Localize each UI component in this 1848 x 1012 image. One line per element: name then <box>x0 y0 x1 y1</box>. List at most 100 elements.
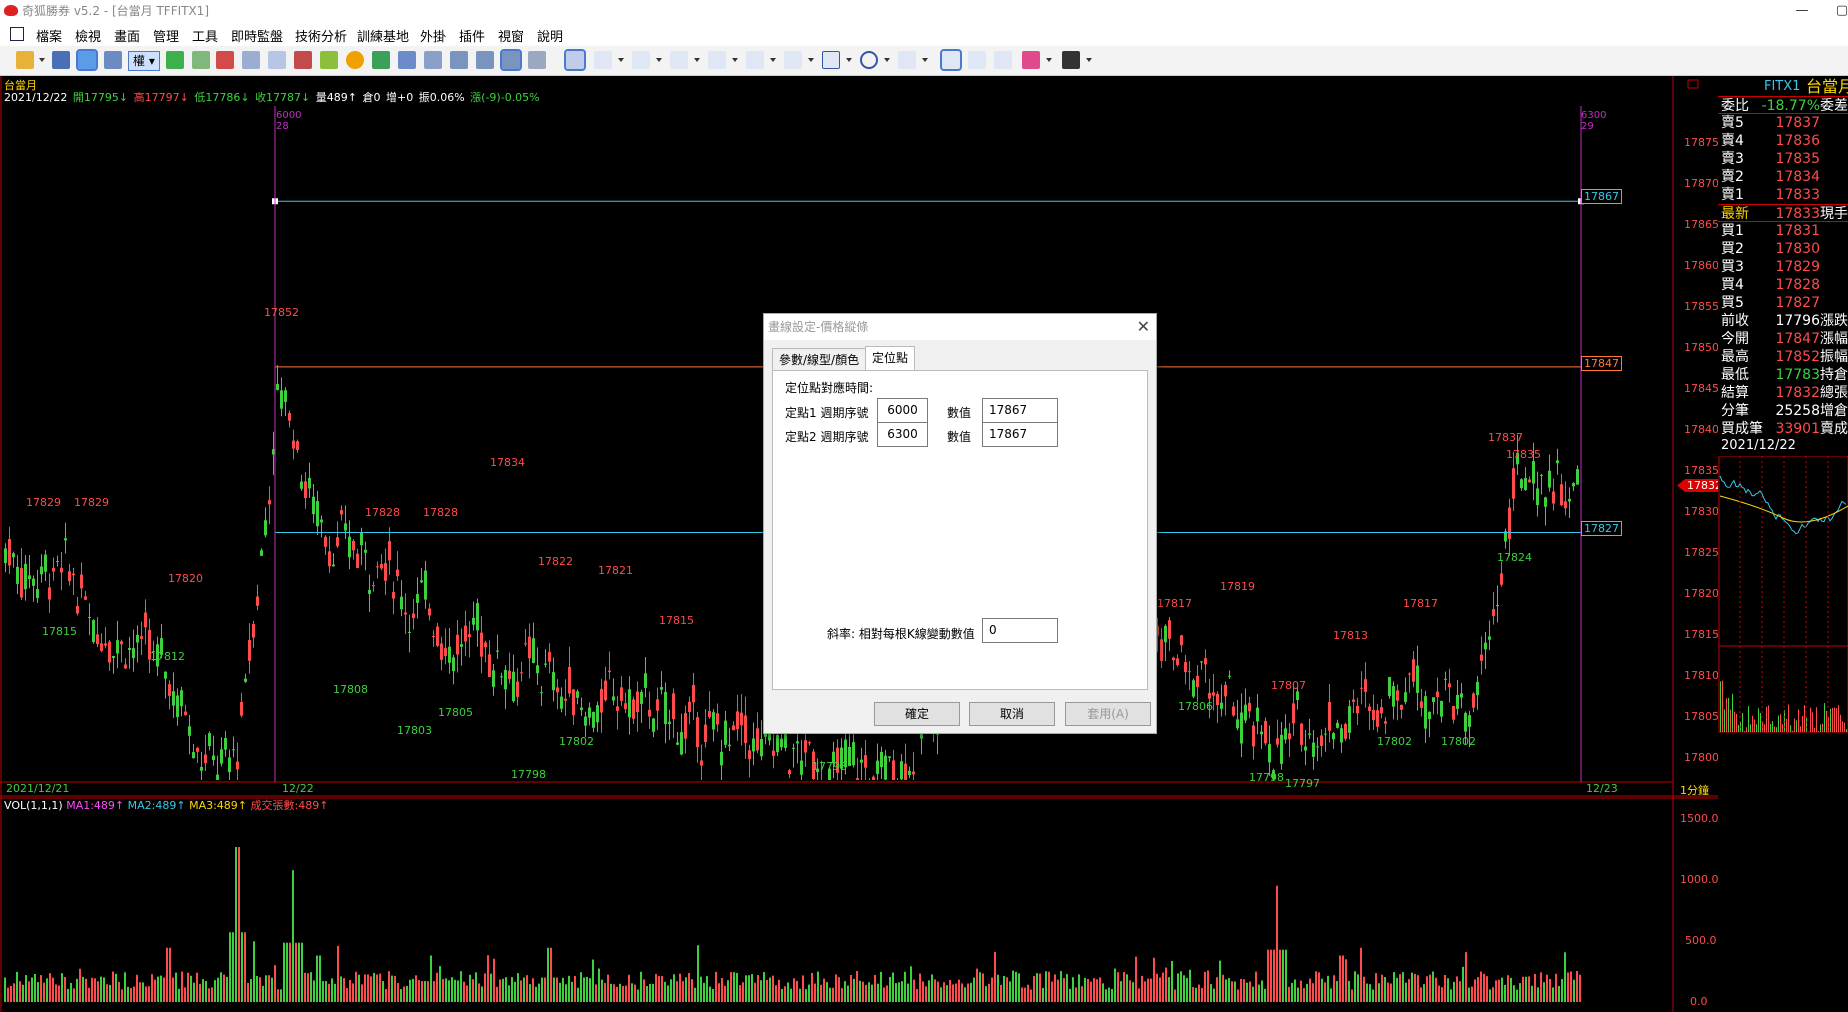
vline-tool-icon[interactable] <box>670 51 688 69</box>
gann-tool-icon[interactable] <box>746 51 764 69</box>
bar-chart-icon[interactable] <box>450 51 468 69</box>
money-icon[interactable] <box>372 51 390 69</box>
tab-anchor[interactable]: 定位點 <box>865 346 916 371</box>
menu-window[interactable]: 視窗 <box>498 26 524 45</box>
window-icon[interactable] <box>500 49 522 71</box>
save-dropdown-icon[interactable] <box>1086 58 1092 62</box>
text-tool-icon[interactable] <box>898 51 916 69</box>
volume-bar <box>385 988 387 1002</box>
color-palette-icon[interactable] <box>1022 51 1040 69</box>
rectangle-tool-icon[interactable] <box>822 51 840 69</box>
bid-label: 買1 <box>1721 223 1744 239</box>
candle-body <box>620 687 623 701</box>
menu-tools[interactable]: 工具 <box>192 26 218 45</box>
weight-select[interactable]: 權 ▾ <box>128 51 160 71</box>
close-icon[interactable]: ✕ <box>1137 314 1150 340</box>
table-icon[interactable] <box>424 51 442 69</box>
indicator-icon[interactable] <box>192 51 210 69</box>
candle-body <box>1248 702 1251 712</box>
minimize-button[interactable]: — <box>1782 0 1822 22</box>
vline-dropdown-icon[interactable] <box>694 58 700 62</box>
menu-analysis[interactable]: 技術分析 <box>295 26 347 45</box>
ellipse-dropdown-icon[interactable] <box>884 58 890 62</box>
ok-button[interactable]: 確定 <box>874 702 960 726</box>
fib-dropdown-icon[interactable] <box>656 58 662 62</box>
tab-params[interactable]: 參數/線型/顏色 <box>772 348 867 370</box>
eraser-icon[interactable] <box>968 51 986 69</box>
menu-file[interactable]: 檔案 <box>36 26 62 45</box>
line-tool-icon[interactable] <box>594 51 612 69</box>
volume-bar <box>985 986 987 1002</box>
document-icon[interactable] <box>268 51 286 69</box>
app-menu-icon[interactable] <box>10 27 24 41</box>
ellipse-tool-icon[interactable] <box>860 51 878 69</box>
open-dropdown-icon[interactable] <box>39 58 45 62</box>
candle-body <box>544 663 547 665</box>
save-icon[interactable] <box>1062 51 1080 69</box>
volume-bar <box>112 971 114 1002</box>
volume-bar <box>724 985 726 1002</box>
candle-body <box>1496 605 1499 607</box>
channel-tool-icon[interactable] <box>784 51 802 69</box>
list-icon[interactable] <box>216 51 234 69</box>
volume-bar <box>565 984 567 1002</box>
volume-bar <box>244 932 246 1002</box>
tag-icon[interactable] <box>320 51 338 69</box>
candle-body <box>484 642 487 648</box>
candle-body <box>1512 468 1515 499</box>
p1-value-input[interactable]: 17867 <box>982 398 1058 423</box>
apply-button[interactable]: 套用(A) <box>1065 702 1151 726</box>
settings-window-icon[interactable] <box>528 51 546 69</box>
draw-select-icon[interactable] <box>564 49 586 71</box>
draw-copy-icon[interactable] <box>994 51 1012 69</box>
channel-dropdown-icon[interactable] <box>808 58 814 62</box>
menu-view[interactable]: 檢視 <box>75 26 101 45</box>
cancel-button[interactable]: 取消 <box>969 702 1055 726</box>
price-label: 17803 <box>397 724 432 737</box>
menu-training[interactable]: 訓練基地 <box>357 26 409 45</box>
volume-bar <box>619 983 621 1002</box>
line-dropdown-icon[interactable] <box>618 58 624 62</box>
rectangle-dropdown-icon[interactable] <box>846 58 852 62</box>
fan-dropdown-icon[interactable] <box>732 58 738 62</box>
line-chart-icon[interactable] <box>476 51 494 69</box>
gann-dropdown-icon[interactable] <box>770 58 776 62</box>
menu-plugin[interactable]: 外掛 <box>420 26 446 45</box>
restore-button[interactable]: ▢ <box>1822 0 1848 22</box>
palette-dropdown-icon[interactable] <box>1046 58 1052 62</box>
quote-ratio-extra: 委差 <box>1820 98 1848 114</box>
open-folder-icon[interactable] <box>16 51 34 69</box>
slope-input[interactable]: 0 <box>982 618 1058 643</box>
fib-tool-icon[interactable] <box>632 51 650 69</box>
volume-bar <box>1249 981 1251 1002</box>
p2-value-input[interactable]: 17867 <box>982 422 1058 447</box>
warning-icon[interactable] <box>346 51 364 69</box>
menu-screen[interactable]: 畫面 <box>114 26 140 45</box>
candle-body <box>332 564 335 567</box>
candle-body <box>1548 470 1551 488</box>
magnet-icon[interactable] <box>940 49 962 71</box>
p2-period-input[interactable]: 6300 <box>877 422 928 447</box>
layout-icon[interactable] <box>52 51 70 69</box>
period-label[interactable]: 1分鐘 <box>1680 782 1709 798</box>
alert-icon[interactable] <box>294 51 312 69</box>
volume-bar <box>1477 977 1479 1002</box>
volume-bar <box>853 978 855 1002</box>
grid-icon[interactable] <box>398 51 416 69</box>
text-dropdown-icon[interactable] <box>922 58 928 62</box>
volume-bar <box>217 977 219 1002</box>
menu-help[interactable]: 說明 <box>537 26 563 45</box>
volume-bar <box>805 989 807 1002</box>
crosshair-icon[interactable] <box>76 49 98 71</box>
p1-period-input[interactable]: 6000 <box>877 398 928 423</box>
menu-addon[interactable]: 插件 <box>459 26 485 45</box>
candle-body <box>652 718 655 732</box>
menu-manage[interactable]: 管理 <box>153 26 179 45</box>
menu-monitor[interactable]: 即時監盤 <box>231 26 283 45</box>
fan-tool-icon[interactable] <box>708 51 726 69</box>
ruler-icon[interactable] <box>104 51 122 69</box>
candle-body <box>180 690 183 707</box>
copy-icon[interactable] <box>242 51 260 69</box>
chart-type-icon[interactable] <box>166 51 184 69</box>
mini-volume-bar <box>1786 719 1787 732</box>
